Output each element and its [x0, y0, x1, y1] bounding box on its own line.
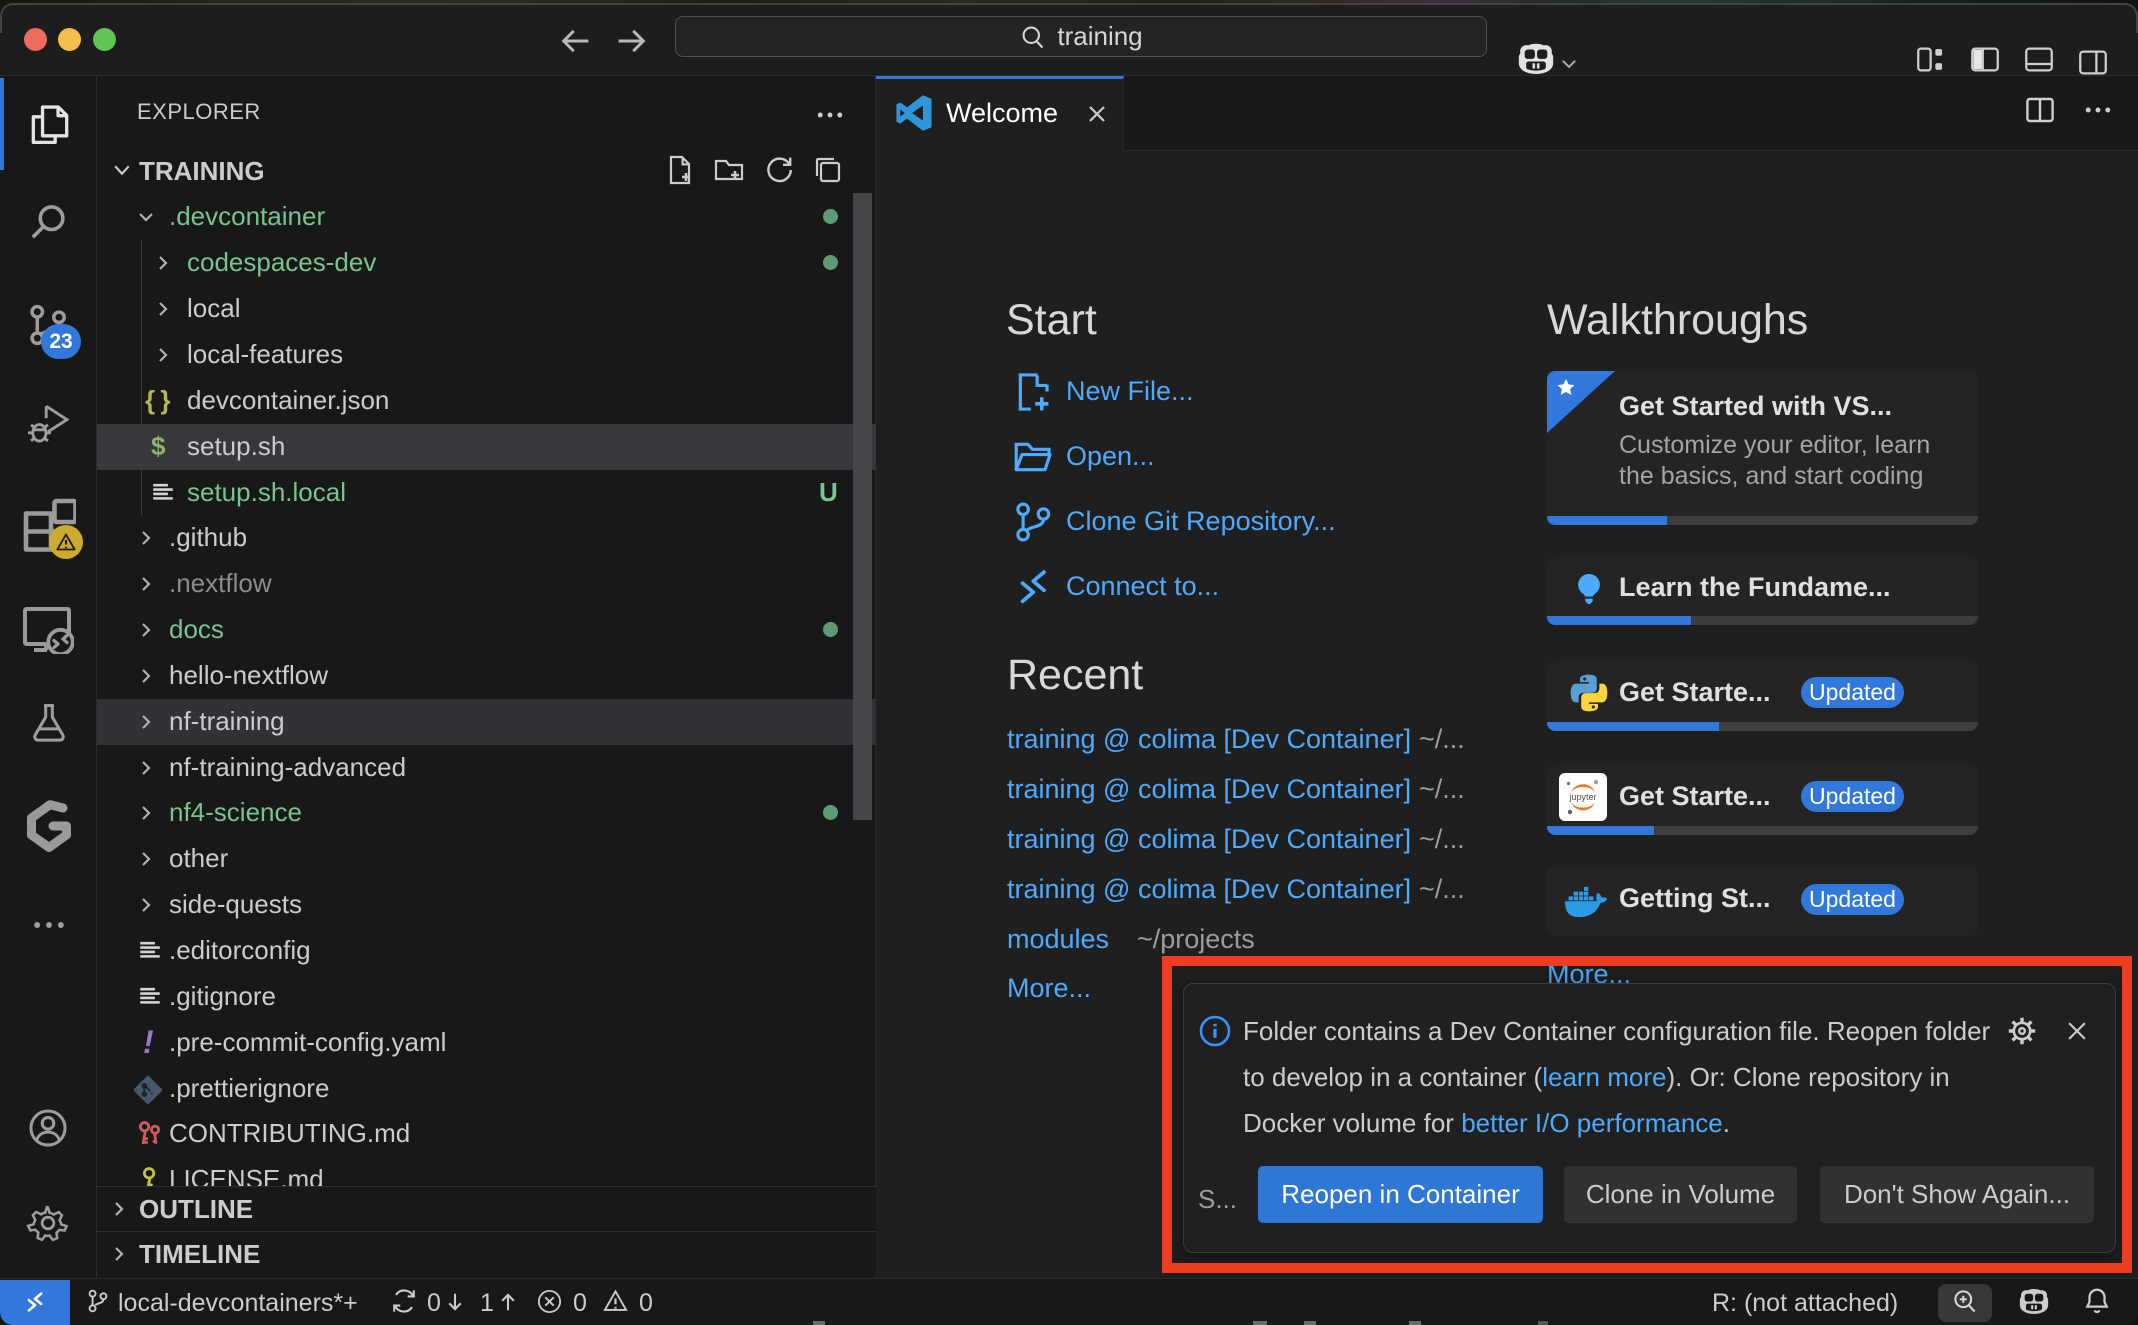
svg-text:jupyter: jupyter: [1568, 792, 1596, 802]
